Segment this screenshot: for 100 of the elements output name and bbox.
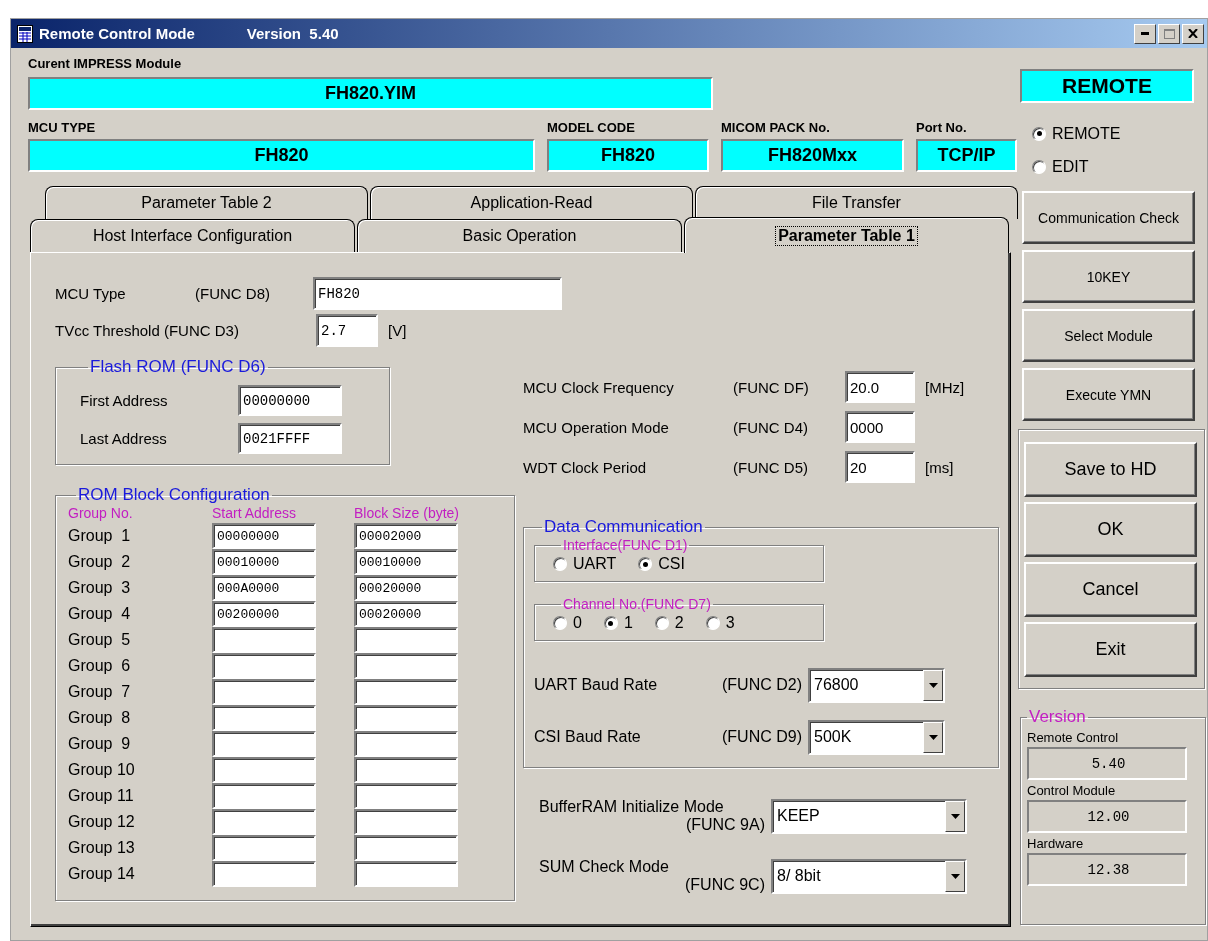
group-label: Group 10 [68,761,136,779]
dropdown-arrow-button[interactable] [945,800,965,832]
start-address-field[interactable] [212,757,316,783]
block-size-field[interactable] [354,809,458,835]
radio-button[interactable] [654,616,669,630]
block-size-field[interactable] [354,679,458,705]
start-address-field[interactable] [212,731,316,757]
dropdown[interactable]: 76800 [808,667,945,703]
address-field[interactable]: 00000000 [238,385,342,416]
tab[interactable]: Host Interface Configuration [30,219,355,252]
group-title: Interface(FUNC D1) [562,537,689,553]
radio-button[interactable] [705,616,720,630]
start-address-field[interactable] [212,809,316,835]
radio-label[interactable]: 2 [674,614,684,632]
block-size-field[interactable]: 00010000 [354,549,458,575]
block-size-field[interactable] [354,653,458,679]
dropdown[interactable]: 500K [808,719,945,755]
mcu-type-field[interactable]: FH820 [313,277,562,310]
dropdown[interactable]: KEEP [771,798,967,834]
value-field[interactable]: 0000 [845,411,915,443]
field-label: MCU Clock Frequency [523,378,675,396]
start-address-field[interactable]: 00000000 [212,523,316,549]
start-address-field[interactable] [212,679,316,705]
action-button[interactable]: OK [1024,502,1197,557]
start-address-field[interactable] [212,783,316,809]
start-address-field[interactable]: 000A0000 [212,575,316,601]
field-label: MCU Type [55,285,127,302]
tab[interactable]: Application-Read [370,186,693,219]
radio-button[interactable] [638,557,653,571]
dropdown-arrow-button[interactable] [945,860,965,892]
action-button[interactable]: Cancel [1024,562,1197,617]
caret-icon [950,873,960,879]
close-button[interactable] [1182,23,1204,44]
radio-button[interactable] [1032,159,1046,174]
start-address-field[interactable] [212,861,316,887]
dropdown-arrow-button[interactable] [923,669,943,701]
group-label: Group 14 [68,865,136,883]
radio-label[interactable]: 3 [725,614,735,632]
value-field[interactable]: 20 [845,451,915,483]
side-button[interactable]: Communication Check [1022,191,1195,244]
dropdown-arrow-button[interactable] [923,721,943,753]
radio-button[interactable] [603,616,618,630]
maximize-button[interactable] [1158,23,1180,44]
block-size-field[interactable] [354,783,458,809]
block-size-field[interactable] [354,705,458,731]
tab[interactable]: Basic Operation [357,219,682,252]
block-size-field[interactable] [354,835,458,861]
dropdown[interactable]: 8/ 8bit [771,858,967,894]
start-address-field[interactable] [212,627,316,653]
radio-label[interactable]: CSI [658,555,685,573]
column-header: Group No. [68,505,134,523]
tab[interactable]: File Transfer [695,186,1018,219]
radio-label[interactable]: UART [573,555,617,573]
start-address-field[interactable] [212,835,316,861]
side-button[interactable]: Select Module [1022,309,1195,362]
version-label: Control Module [1027,783,1117,798]
field-label: SUM Check Mode [539,858,670,876]
group-title: Flash ROM (FUNC D6) [89,357,267,377]
group-label: Group 13 [68,839,136,857]
start-address-field[interactable] [212,705,316,731]
field-label: MICOM PACK No. [721,120,831,136]
start-address-field[interactable]: 00010000 [212,549,316,575]
side-button[interactable]: Execute YMN [1022,368,1195,421]
field-label: Last Address [80,430,168,447]
action-button[interactable]: Exit [1024,622,1197,677]
block-size-field[interactable] [354,731,458,757]
radio-label[interactable]: 0 [573,614,582,632]
info-field: FH820 [547,139,709,172]
threshold-field[interactable]: 2.7 [316,314,378,347]
group-title: Version [1028,707,1087,727]
address-field[interactable]: 0021FFFF [238,423,342,454]
radio-button[interactable] [553,557,567,571]
func-code: (FUNC D4) [733,418,809,436]
field-label: MODEL CODE [547,120,636,136]
radio-button[interactable] [1032,126,1046,141]
tab[interactable]: Parameter Table 1 [684,217,1009,253]
field-label: WDT Clock Period [523,458,648,476]
window-title: Remote Control Mode [39,25,195,42]
block-size-field[interactable]: 00020000 [354,601,458,627]
block-size-field[interactable]: 00002000 [354,523,458,549]
block-size-field[interactable]: 00020000 [354,575,458,601]
action-button[interactable]: Save to HD [1024,442,1197,497]
field-label: BufferRAM Initialize Mode [539,798,725,816]
block-size-field[interactable] [354,861,458,887]
version-field: 5.40 [1027,747,1187,780]
block-size-field[interactable] [354,757,458,783]
start-address-field[interactable]: 00200000 [212,601,316,627]
group-title: Data Communication [543,517,704,537]
radio-label[interactable]: 1 [623,614,633,632]
minimize-button[interactable] [1134,23,1156,44]
field-label: MCU Operation Mode [523,418,670,436]
block-size-field[interactable] [354,627,458,653]
radio-button[interactable] [553,616,567,630]
tab[interactable]: Parameter Table 2 [45,186,368,219]
start-address-field[interactable] [212,653,316,679]
value-field[interactable]: 20.0 [845,371,915,403]
side-button[interactable]: 10KEY [1022,250,1195,303]
radio-label[interactable]: EDIT [1052,157,1089,176]
radio-label[interactable]: REMOTE [1052,124,1121,143]
column-header: Start Address [212,505,298,523]
